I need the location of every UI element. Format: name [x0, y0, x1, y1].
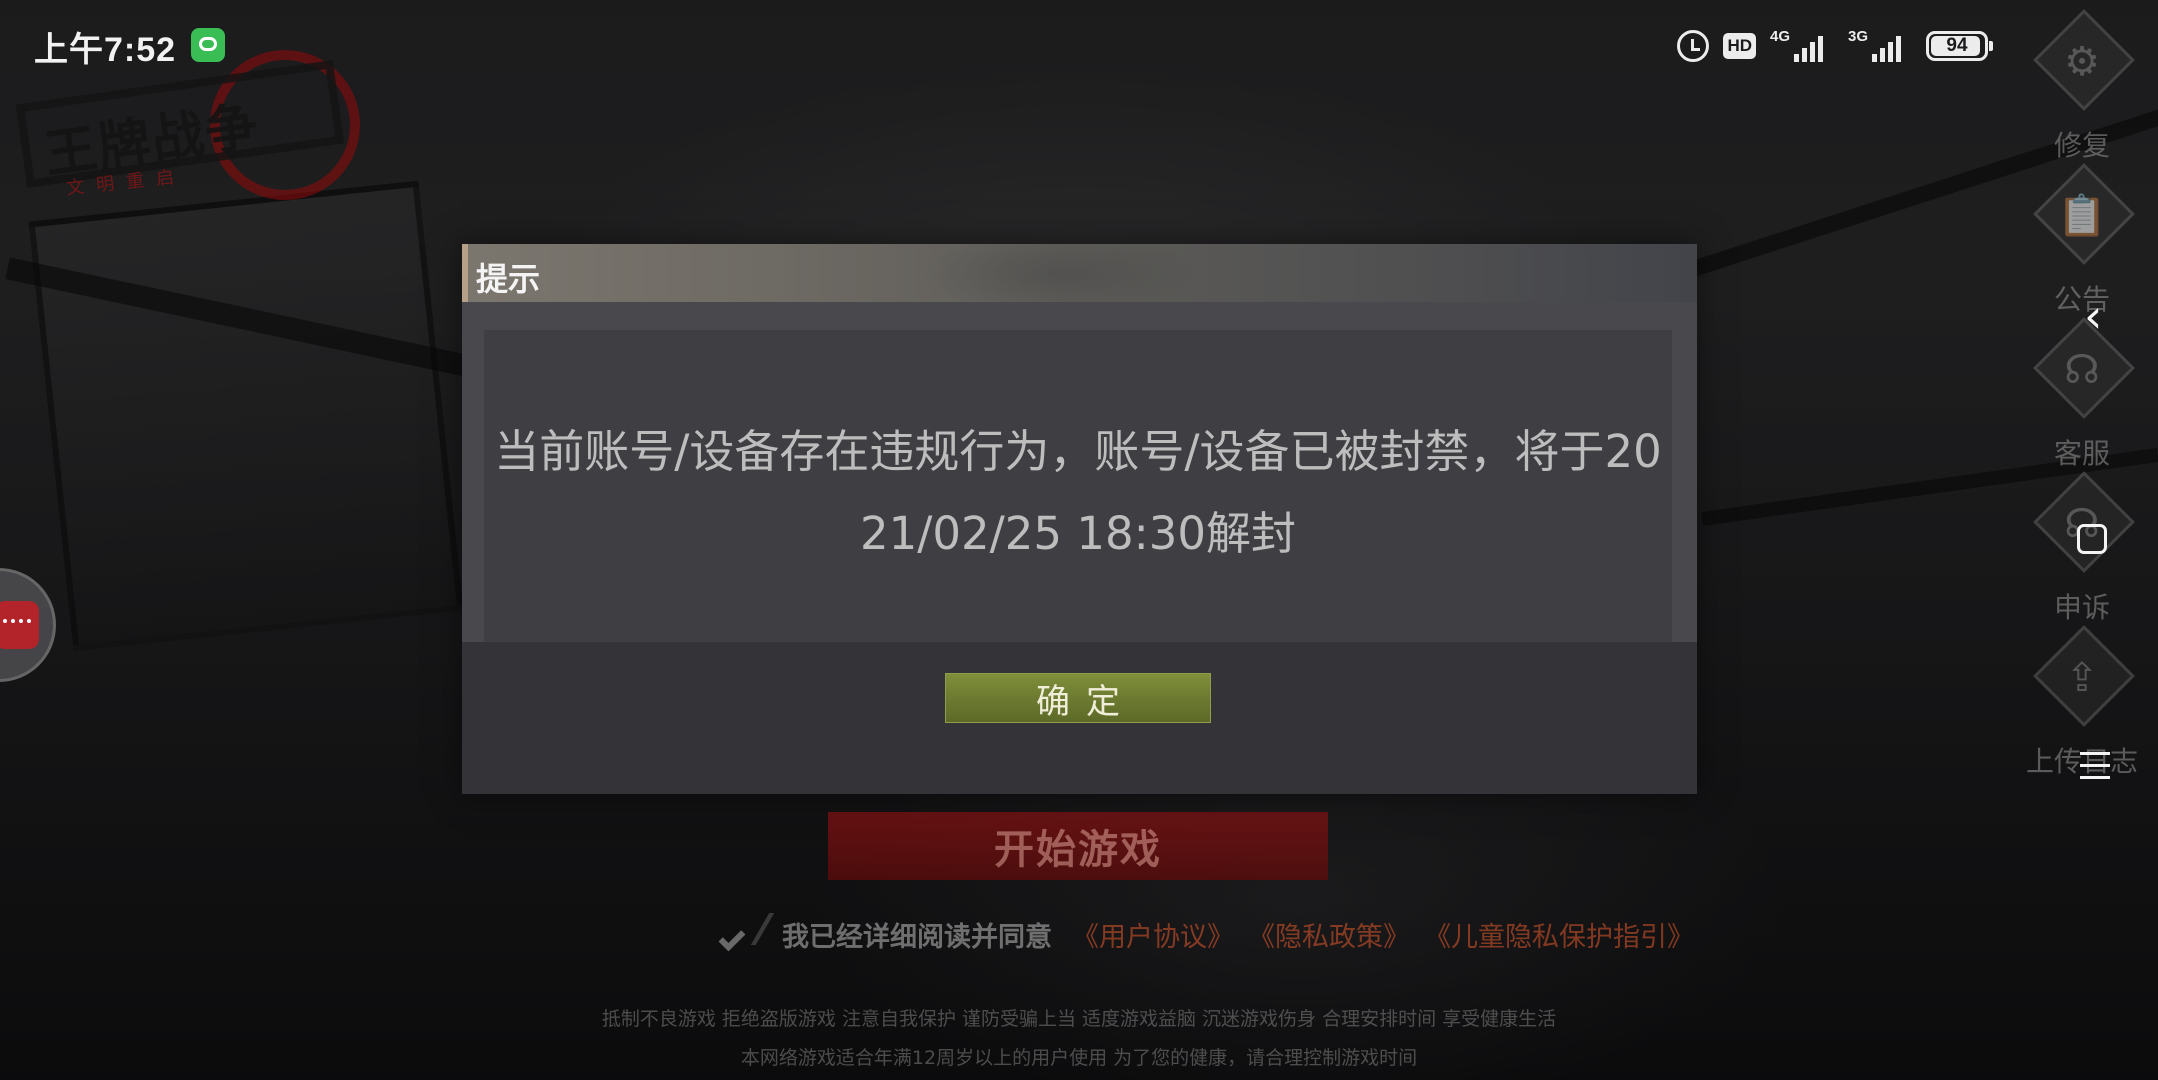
upload-icon: ⇪	[2065, 655, 2099, 701]
signal-3g-icon: 3G	[1848, 28, 1912, 64]
nav-menu-icon[interactable]	[2080, 752, 2110, 780]
nav-back-icon[interactable]: ‹	[2084, 293, 2108, 339]
wechat-notification-icon	[191, 28, 225, 62]
agreement-row: 我已经详细阅读并同意 《用户协议》 《隐私政策》 《儿童隐私保护指引》	[716, 910, 1694, 958]
hd-badge: HD	[1723, 33, 1756, 59]
dialog-header: 提示	[462, 244, 1697, 302]
signal-4g-icon: 4G	[1770, 28, 1834, 64]
agreement-text: 我已经详细阅读并同意	[782, 921, 1052, 953]
sidebar-item-label: 修复	[2053, 129, 2110, 162]
network-type-label: 3G	[1848, 28, 1869, 45]
sidebar-item-appeal[interactable]: ☊ 申诉	[2022, 471, 2142, 636]
dialog-footer: 确定	[462, 642, 1697, 794]
sidebar-item-service[interactable]: ☊ 客服	[2022, 317, 2142, 482]
sidebar-item-notice[interactable]: 📋 公告	[2022, 163, 2142, 328]
privacy-policy-link[interactable]: 《隐私政策》	[1248, 915, 1410, 954]
status-indicators: HD 4G 3G 94	[1677, 24, 1993, 68]
confirm-button[interactable]: 确定	[945, 673, 1211, 723]
user-agreement-link[interactable]: 《用户协议》	[1072, 915, 1234, 954]
checkbox-icon[interactable]	[716, 911, 768, 957]
status-bar: 上午7:52 HD 4G 3G 94	[0, 0, 2158, 86]
sidebar-item-label: 申诉	[2053, 591, 2110, 624]
network-type-label: 4G	[1770, 28, 1791, 45]
nav-home-icon[interactable]	[2077, 524, 2107, 554]
health-notice-line1: 抵制不良游戏 拒绝盗版游戏 注意自我保护 谨防受骗上当 适度游戏益脑 沉迷游戏伤…	[601, 1008, 1557, 1030]
child-privacy-link[interactable]: 《儿童隐私保护指引》	[1424, 915, 1694, 954]
battery-percent: 94	[1946, 35, 1968, 56]
dialog-content-frame: 当前账号/设备存在违规行为，账号/设备已被封禁，将于2021/02/25 18:…	[462, 302, 1697, 656]
assistant-icon	[0, 601, 39, 649]
ban-notice-dialog: 提示 当前账号/设备存在违规行为，账号/设备已被封禁，将于2021/02/25 …	[462, 244, 1697, 794]
battery-icon: 94	[1926, 31, 1993, 61]
sidebar-item-label: 公告	[2053, 283, 2110, 316]
health-notice-line2: 本网络游戏适合年满12周岁以上的用户使用 为了您的健康，请合理控制游戏时间	[740, 1047, 1418, 1069]
gear-icon: ⚙	[2064, 39, 2100, 85]
notice-icon: 📋	[2057, 193, 2107, 239]
alarm-icon	[1677, 30, 1710, 62]
sidebar-item-label: 客服	[2053, 437, 2110, 470]
start-game-button[interactable]: 开始游戏	[828, 812, 1328, 880]
sidebar-item-repair[interactable]: ⚙ 修复	[2022, 9, 2142, 174]
status-time: 上午7:52	[34, 31, 177, 69]
dialog-title: 提示	[476, 260, 541, 298]
headset-icon: ☊	[2064, 347, 2100, 393]
dialog-content: 当前账号/设备存在违规行为，账号/设备已被封禁，将于2021/02/25 18:…	[484, 330, 1672, 656]
dialog-message: 当前账号/设备存在违规行为，账号/设备已被封禁，将于2021/02/25 18:…	[494, 425, 1662, 560]
game-screen: 王牌战争 文明重启 上午7:52 HD 4G 3G 94 ⚙ 修复 📋 公告 ☊…	[0, 0, 2158, 1080]
